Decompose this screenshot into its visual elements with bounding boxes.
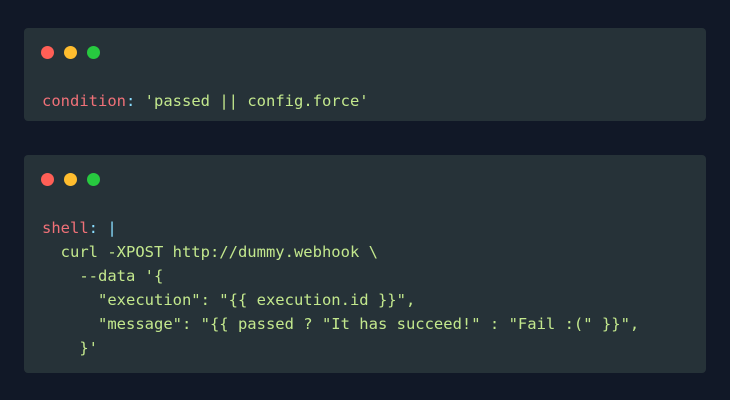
yaml-pipe: | <box>98 219 117 237</box>
code-block-shell: shell: | curl -XPOST http://dummy.webhoo… <box>42 216 639 360</box>
code-window-shell: shell: | curl -XPOST http://dummy.webhoo… <box>24 155 706 373</box>
window-controls <box>41 172 100 186</box>
code-line: shell: | <box>42 216 639 240</box>
yaml-key: condition <box>42 92 126 110</box>
yaml-colon: : <box>88 219 99 237</box>
close-dot-icon <box>41 45 54 59</box>
code-line: "execution": "{{ execution.id }}", <box>42 291 416 309</box>
yaml-value: 'passed || config.force' <box>135 92 369 110</box>
minimize-dot-icon <box>64 45 77 59</box>
maximize-dot-icon <box>87 172 100 186</box>
code-line: condition: 'passed || config.force' <box>42 89 369 113</box>
yaml-colon: : <box>126 92 136 110</box>
code-line: curl -XPOST http://dummy.webhook \ <box>42 243 378 261</box>
code-window-condition: condition: 'passed || config.force' <box>24 28 706 121</box>
window-controls <box>41 45 100 59</box>
code-line: --data '{ <box>42 267 164 285</box>
code-line: }' <box>42 339 98 357</box>
code-line: "message": "{{ passed ? "It has succeed!… <box>42 315 640 333</box>
close-dot-icon <box>41 172 54 186</box>
minimize-dot-icon <box>64 172 77 186</box>
code-block-condition: condition: 'passed || config.force' <box>42 89 369 113</box>
maximize-dot-icon <box>87 45 100 59</box>
yaml-key: shell <box>42 219 89 237</box>
